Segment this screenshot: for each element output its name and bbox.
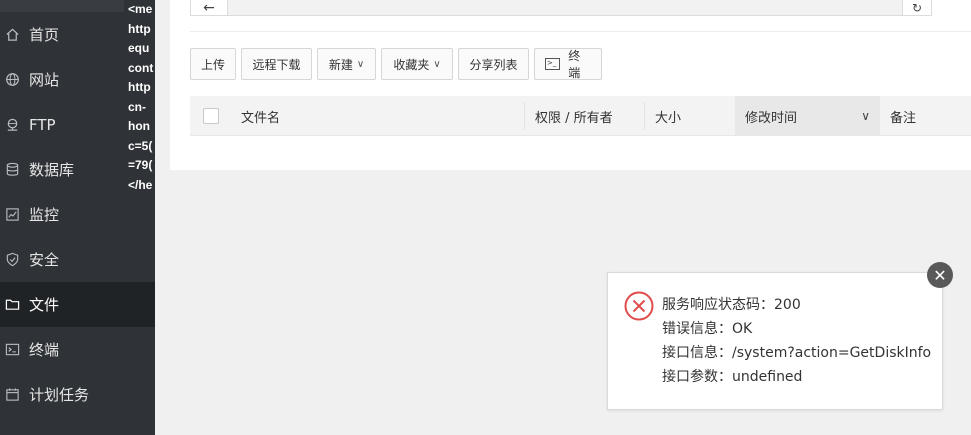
divider <box>190 31 971 32</box>
folder-icon <box>4 297 20 313</box>
new-button[interactable]: 新建 ∨ <box>317 48 376 80</box>
sidebar-item-label: 监控 <box>29 206 60 224</box>
col-size-label: 大小 <box>655 110 682 126</box>
col-note[interactable]: 备注 <box>890 96 916 136</box>
globe-icon <box>4 72 20 88</box>
close-icon: ✕ <box>933 265 947 285</box>
file-manager-panel: ← ↻ 上传 远程下载 新建 ∨ 收藏夹 ∨ 分享列表 >_ 终端 文件名 权限… <box>170 0 971 170</box>
overlay-line: http <box>128 21 151 36</box>
chevron-down-icon: ∨ <box>861 109 870 123</box>
col-filename-label: 文件名 <box>241 110 281 126</box>
remote-download-label: 远程下载 <box>252 57 301 72</box>
overlay-line: cont <box>128 60 154 75</box>
sidebar-item-cron[interactable]: 计划任务 <box>0 372 155 417</box>
favorites-label: 收藏夹 <box>393 57 430 72</box>
col-permission[interactable]: 权限 / 所有者 <box>535 96 613 136</box>
overlay-line: hon <box>128 119 150 133</box>
terminal-icon <box>4 342 20 358</box>
file-toolbar: 上传 远程下载 新建 ∨ 收藏夹 ∨ 分享列表 >_ 终端 <box>190 48 607 80</box>
overlay-line: =79( <box>128 158 153 172</box>
calendar-icon <box>4 387 20 403</box>
error-details: 服务响应状态码：200 错误信息：OK 接口信息：/system?action=… <box>662 293 931 389</box>
error-popup: 服务响应状态码：200 错误信息：OK 接口信息：/system?action=… <box>607 272 943 410</box>
sidebar-top-block <box>0 0 124 12</box>
arrow-left-icon: ← <box>203 0 215 16</box>
terminal-icon: >_ <box>545 58 561 70</box>
ftp-icon <box>4 117 20 133</box>
share-list-button[interactable]: 分享列表 <box>458 48 529 80</box>
sidebar-item-label: 数据库 <box>29 161 75 179</box>
sidebar-item-label: FTP <box>29 115 56 134</box>
close-button[interactable]: ✕ <box>927 262 953 288</box>
col-modified-label: 修改时间 <box>745 110 798 126</box>
new-label: 新建 <box>328 57 353 72</box>
sidebar-item-label: 文件 <box>29 296 60 314</box>
path-input[interactable] <box>190 0 932 16</box>
overlay-line: </he <box>128 177 153 192</box>
refresh-button[interactable]: ↻ <box>902 0 932 16</box>
error-icon <box>624 291 654 321</box>
select-all-checkbox[interactable] <box>203 108 219 124</box>
col-size[interactable]: 大小 <box>655 96 681 136</box>
file-table-header: 文件名 权限 / 所有者 大小 修改时间 ∨ 备注 <box>190 96 971 136</box>
column-divider <box>524 102 525 130</box>
upload-label: 上传 <box>201 57 226 72</box>
database-icon <box>4 162 20 178</box>
remote-download-button[interactable]: 远程下载 <box>241 48 312 80</box>
overlay-line: cn- <box>128 99 146 114</box>
col-permission-label: 权限 / 所有者 <box>535 110 613 126</box>
share-list-label: 分享列表 <box>469 57 518 72</box>
terminal-label: 终端 <box>568 49 581 80</box>
column-divider <box>644 102 645 130</box>
chevron-down-icon: ∨ <box>433 58 441 70</box>
sidebar-item-label: 首页 <box>29 26 60 44</box>
monitor-icon <box>4 207 20 223</box>
overlay-line: c=5( <box>128 138 153 153</box>
api-info-line: 接口信息：/system?action=GetDiskInfo <box>662 345 932 361</box>
back-button[interactable]: ← <box>190 0 228 16</box>
sidebar-item-files[interactable]: 文件 <box>0 282 155 327</box>
shield-icon <box>4 252 20 268</box>
sidebar-item-label: 安全 <box>29 251 60 269</box>
sidebar-item-label: 终端 <box>29 341 60 359</box>
sidebar-item-security[interactable]: 安全 <box>0 237 155 282</box>
sidebar-item-label: 计划任务 <box>29 386 90 404</box>
sidebar-item-label: 网站 <box>29 71 60 89</box>
error-message-line: 错误信息：OK <box>662 321 753 337</box>
overlay-line: <me <box>128 2 153 16</box>
overlay-line: http <box>128 80 151 94</box>
raw-html-overlay: <me http equ cont http cn- hon c=5( =79(… <box>128 0 158 200</box>
col-filename[interactable]: 文件名 <box>241 96 280 136</box>
api-params-line: 接口参数：undefined <box>662 369 803 385</box>
home-icon <box>4 27 20 43</box>
chevron-down-icon: ∨ <box>356 58 365 70</box>
col-note-label: 备注 <box>890 110 917 126</box>
refresh-icon: ↻ <box>911 0 923 15</box>
terminal-button[interactable]: >_ 终端 <box>534 48 602 80</box>
sidebar-item-terminal[interactable]: 终端 <box>0 327 155 372</box>
overlay-line: equ <box>128 41 150 55</box>
status-code-line: 服务响应状态码：200 <box>662 297 801 313</box>
upload-button[interactable]: 上传 <box>190 48 236 80</box>
favorites-button[interactable]: 收藏夹 ∨ <box>381 48 453 80</box>
col-modified[interactable]: 修改时间 ∨ <box>735 96 880 136</box>
